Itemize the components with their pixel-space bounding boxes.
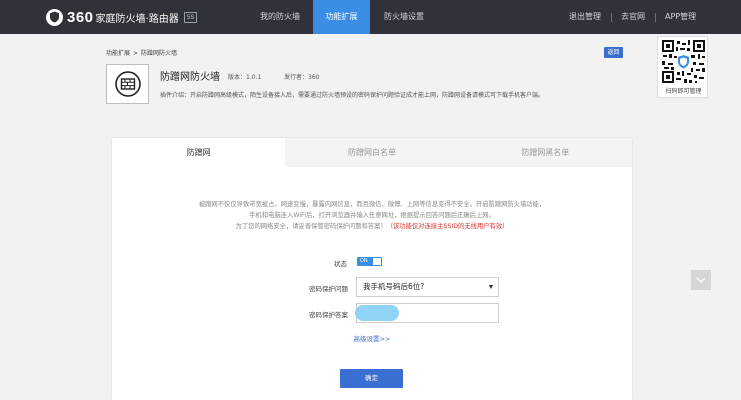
intro-line: 手机和电脑连入WiFi后，打开浏览器并输入任意网址，根据提示回答问题后正确后上网…: [249, 212, 495, 219]
selected-question: 我手机号码后6位?: [363, 282, 425, 291]
divider: [611, 13, 612, 22]
tab-bar: 防蹭网 防蹭网白名单 防蹭网黑名单: [112, 138, 632, 167]
breadcrumb-parent[interactable]: 功能扩展: [106, 50, 130, 57]
model-badge: 5S: [183, 11, 198, 23]
answer-label: 密码保护答案: [309, 311, 348, 319]
intro-line: 为了您的网络安全，请妥善保管密码保护问题和答案！（该功能仅对连接主SSID的无线…: [112, 221, 632, 232]
confirm-button[interactable]: 确定: [340, 369, 403, 388]
app-logo[interactable]: 360 家庭防火墙·路由器 5S: [46, 8, 198, 26]
toggle-text: ON: [360, 258, 368, 264]
redacted-answer: [355, 305, 399, 321]
intro-notice: 为了您的网络安全，请妥善保管密码保护问题和答案！: [235, 223, 387, 230]
plugin-version: 版本：1.0.1: [228, 74, 262, 81]
nav-my-firewall[interactable]: 我的防火墙: [250, 0, 310, 34]
plugin-icon: [106, 64, 149, 104]
intro-text: 被蹭网不仅仅导致带宽被占，网速变慢，暴露内网信息，而且微信、微博、上网等信息变得…: [112, 199, 632, 232]
plugin-publisher: 发行者：360: [284, 74, 320, 81]
breadcrumb: 功能扩展 > 防蹭网防火墙: [106, 48, 180, 57]
nav-extensions[interactable]: 功能扩展: [313, 0, 370, 34]
app-manage-link[interactable]: APP管理: [665, 0, 696, 34]
chevron-down-icon: [696, 277, 706, 283]
breadcrumb-current: 防蹭网防火墙: [141, 50, 178, 57]
dropdown-arrow-icon: [489, 285, 493, 289]
advanced-settings-link[interactable]: 高级设置>>: [112, 333, 632, 343]
settings-panel: 防蹭网 防蹭网白名单 防蹭网黑名单 被蹭网不仅仅导致带宽被占，网速变慢，暴露内网…: [112, 138, 632, 400]
qr-code-panel: 扫码即可管理: [657, 36, 708, 98]
plugin-title: 防蹭网防火墙: [160, 72, 220, 83]
qr-code-icon: [661, 39, 706, 84]
logout-link[interactable]: 退出管理: [569, 0, 601, 34]
top-navbar: 360 家庭防火墙·路由器 5S 我的防火墙 功能扩展 防火墙设置 退出管理 去…: [0, 0, 741, 34]
status-label: 状态: [334, 260, 347, 268]
security-answer-input[interactable]: [355, 303, 499, 323]
back-button[interactable]: 返回: [604, 47, 623, 58]
shield-logo-icon: [46, 8, 63, 26]
breadcrumb-separator: >: [133, 50, 139, 57]
toggle-knob: [373, 258, 381, 265]
logo-number: 360: [67, 8, 94, 26]
intro-warning: （该功能仅对连接主SSID的无线用户有效）: [386, 223, 509, 230]
tab-blacklist[interactable]: 防蹭网黑名单: [459, 138, 632, 167]
status-toggle[interactable]: ON: [357, 257, 382, 266]
firewall-icon: [114, 71, 141, 97]
logo-title: 家庭防火墙·路由器: [95, 13, 179, 25]
question-label: 密码保护问题: [309, 285, 348, 293]
nav-firewall-settings[interactable]: 防火墙设置: [374, 0, 434, 34]
qr-caption: 扫码即可管理: [665, 88, 702, 95]
security-question-select[interactable]: 我手机号码后6位?: [356, 277, 499, 297]
intro-line: 被蹭网不仅仅导致带宽被占，网速变慢，暴露内网信息，而且微信、微博、上网等信息变得…: [198, 201, 546, 208]
divider: [655, 13, 656, 22]
official-site-link[interactable]: 去官网: [621, 0, 645, 34]
plugin-description: 插件介绍：开启防蹭网高级模式，陌生设备接入后，需要通过防火墙预设的密码保护问题验…: [160, 92, 545, 99]
tab-whitelist[interactable]: 防蹭网白名单: [285, 138, 458, 167]
scroll-down-button[interactable]: [691, 270, 711, 290]
tab-anti-leech[interactable]: 防蹭网: [112, 138, 286, 167]
